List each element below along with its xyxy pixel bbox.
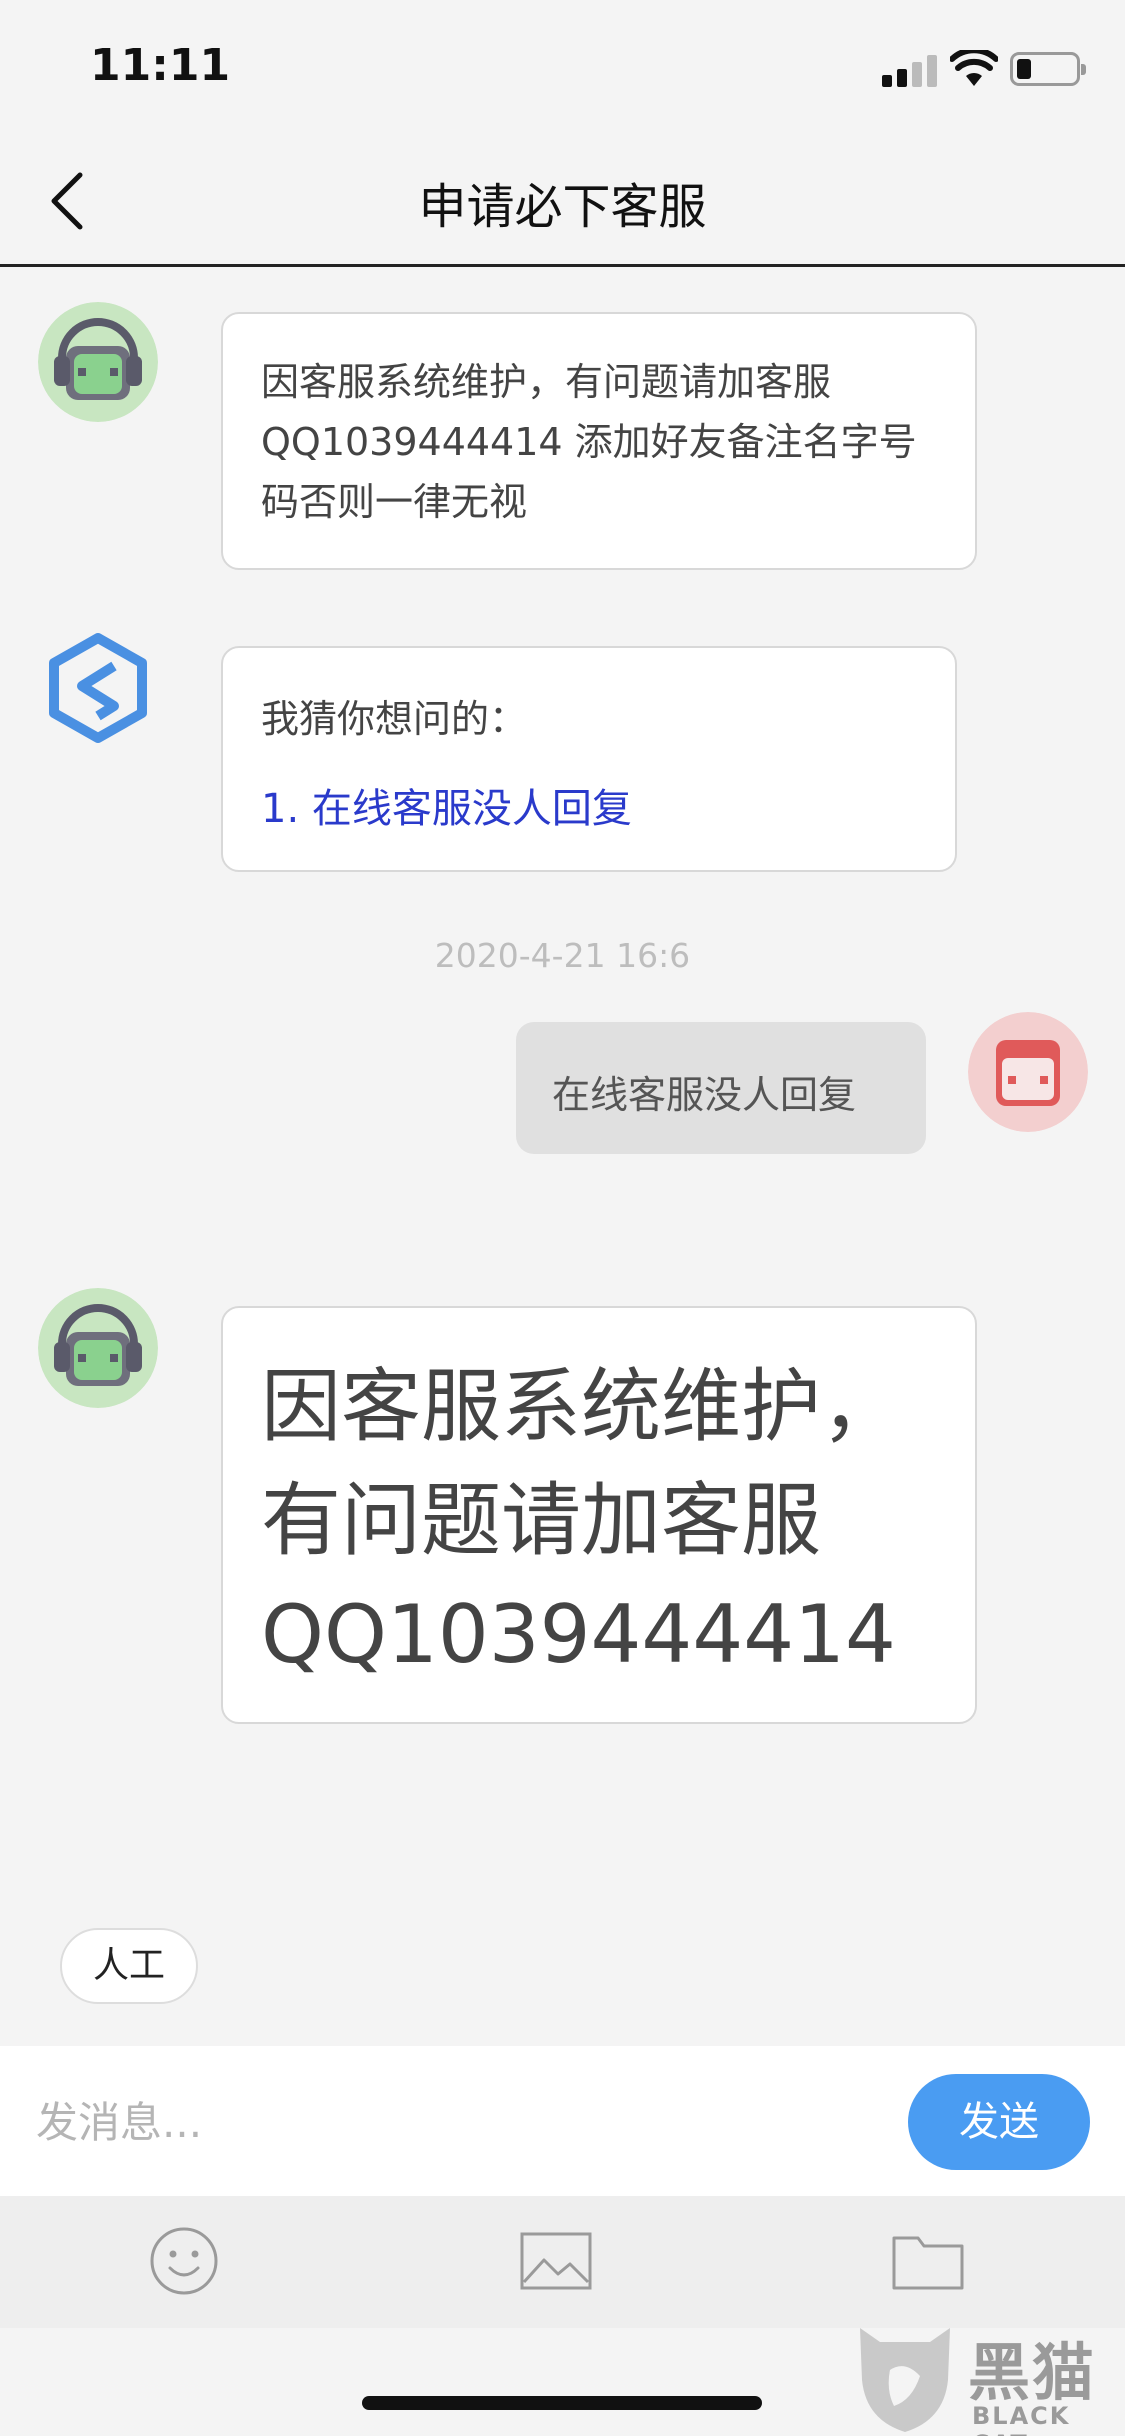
cat-logo-icon <box>860 2328 950 2432</box>
status-time: 11:11 <box>90 40 231 91</box>
page-title: 申请必下客服 <box>418 179 707 235</box>
message-input-bar: 发送 <box>0 2046 1125 2196</box>
user-message-text: 在线客服没人回复 <box>552 1073 857 1117</box>
faq-title: 我猜你想问的： <box>261 697 528 741</box>
home-indicator <box>362 2396 762 2410</box>
agent-headset-icon <box>38 1288 158 1408</box>
human-agent-chip[interactable]: 人工 <box>60 1928 198 2004</box>
folder-icon[interactable] <box>890 2226 966 2296</box>
agent-avatar <box>38 1288 158 1408</box>
battery-icon <box>1010 52 1086 86</box>
emoji-icon[interactable] <box>146 2226 222 2296</box>
user-avatar <box>968 1012 1088 1132</box>
agent-avatar <box>38 302 158 422</box>
wifi-icon <box>950 50 998 86</box>
agent-headset-icon <box>38 302 158 422</box>
status-bar: 11:11 <box>0 0 1125 135</box>
agent-message-text: 因客服系统维护，有问题请加客服QQ1039444414 添加好友备注名字号码否则… <box>261 360 917 524</box>
bot-logo-icon <box>49 633 147 743</box>
cellular-signal-icon <box>882 55 940 87</box>
watermark-text: 黑猫 <box>968 2336 1097 2409</box>
message-timestamp: 2020-4-21 16:6 <box>434 936 691 975</box>
agent-large-message-bubble: 因客服系统维护，有问题请加客服QQ1039444414 <box>221 1306 977 1724</box>
message-input[interactable] <box>36 2086 876 2158</box>
nav-bar: 申请必下客服 <box>0 135 1125 267</box>
agent-message-bubble: 因客服系统维护，有问题请加客服QQ1039444414 添加好友备注名字号码否则… <box>221 312 977 570</box>
user-message-bubble: 在线客服没人回复 <box>516 1022 926 1154</box>
faq-item-link[interactable]: 1. 在线客服没人回复 <box>261 776 632 834</box>
attachment-toolbar <box>0 2196 1125 2328</box>
user-avatar-icon <box>968 1012 1088 1132</box>
watermark-subtext: BLACK CAT <box>972 2402 1071 2436</box>
agent-large-message-text: 因客服系统维护，有问题请加客服QQ1039444414 <box>261 1360 901 1681</box>
image-icon[interactable] <box>518 2226 594 2296</box>
watermark: 黑猫 BLACK CAT <box>850 2320 1125 2436</box>
faq-bubble: 我猜你想问的： 1. 在线客服没人回复 <box>221 646 957 872</box>
send-button[interactable]: 发送 <box>908 2074 1090 2170</box>
